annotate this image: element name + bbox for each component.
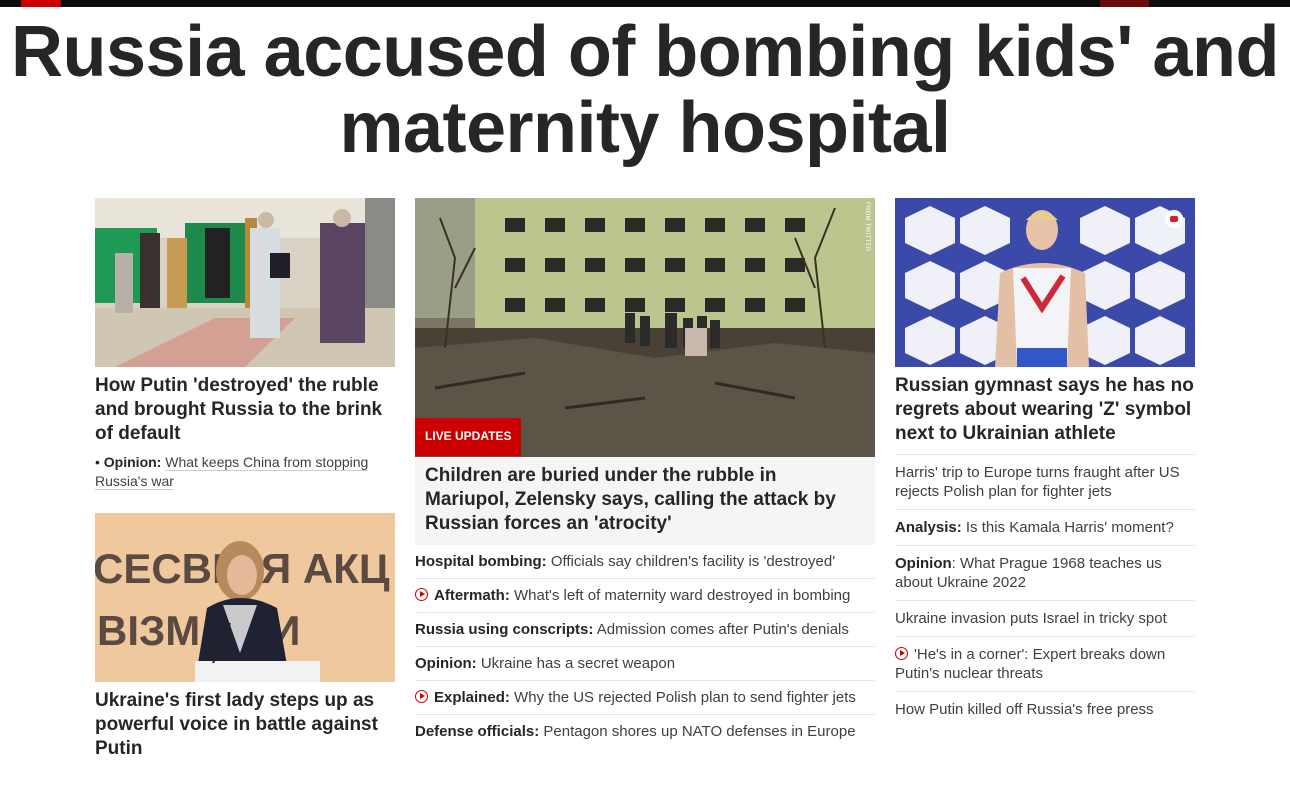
list-item[interactable]: Aftermath: What's left of maternity ward…: [415, 579, 875, 613]
list-item-text: What's left of maternity ward destroyed …: [514, 587, 851, 604]
list-item[interactable]: Ukraine invasion puts Israel in tricky s…: [895, 601, 1195, 637]
list-item[interactable]: Opinion: What Prague 1968 teaches us abo…: [895, 546, 1195, 601]
opinion-kicker: Opinion:: [103, 454, 162, 470]
list-item-kicker: Hospital bombing:: [415, 553, 547, 570]
mariupol-hero-image[interactable]: FROM TWITTER LIVE UPDATES: [415, 198, 875, 457]
video-play-icon: [415, 690, 428, 703]
live-updates-badge[interactable]: LIVE UPDATES: [415, 418, 522, 456]
list-item-text: Why the US rejected Polish plan to send …: [514, 689, 856, 706]
video-play-icon: [415, 588, 428, 601]
list-item-kicker: Defense officials:: [415, 723, 540, 740]
list-item[interactable]: How Putin killed off Russia's free press: [895, 692, 1195, 727]
ruble-story-title[interactable]: How Putin 'destroyed' the ruble and brou…: [95, 374, 395, 446]
ruble-story-image[interactable]: [95, 198, 395, 367]
list-item-kicker: Opinion: [895, 555, 952, 572]
mariupol-story-title[interactable]: Children are buried under the rubble in …: [415, 457, 875, 545]
list-item-text: How Putin killed off Russia's free press: [895, 701, 1154, 718]
top-bar-accent-left: [21, 0, 61, 7]
list-item[interactable]: Harris' trip to Europe turns fraught aft…: [895, 454, 1195, 510]
first-lady-story-title[interactable]: Ukraine's first lady steps up as powerfu…: [95, 689, 395, 761]
top-navigation-bar: [0, 0, 1290, 7]
list-item-text: Pentagon shores up NATO defenses in Euro…: [543, 723, 856, 740]
list-item[interactable]: 'He's in a corner': Expert breaks down P…: [895, 637, 1195, 692]
list-item[interactable]: Hospital bombing: Officials say children…: [415, 545, 875, 579]
list-item-text: Officials say children's facility is 'de…: [550, 553, 836, 570]
photo-credit: FROM TWITTER: [864, 202, 870, 252]
list-item-text: Admission comes after Putin's denials: [596, 621, 849, 638]
list-item-kicker: Analysis:: [895, 519, 962, 536]
list-item-kicker: Russia using conscripts:: [415, 621, 594, 638]
middle-column: FROM TWITTER LIVE UPDATES Children are b…: [415, 198, 875, 748]
list-item[interactable]: Defense officials: Pentagon shores up NA…: [415, 715, 875, 748]
list-item[interactable]: Opinion: Ukraine has a secret weapon: [415, 647, 875, 681]
list-item[interactable]: Explained: Why the US rejected Polish pl…: [415, 681, 875, 715]
right-column: Russian gymnast says he has no regrets a…: [895, 198, 1195, 727]
list-item[interactable]: Analysis: Is this Kamala Harris' moment?: [895, 510, 1195, 546]
gymnast-story-image[interactable]: [895, 198, 1195, 367]
gymnast-story-title[interactable]: Russian gymnast says he has no regrets a…: [895, 374, 1195, 446]
mariupol-related-list: Hospital bombing: Officials say children…: [415, 545, 875, 748]
list-item-text: 'He's in a corner': Expert breaks down P…: [895, 646, 1166, 682]
list-item-kicker: Explained:: [434, 689, 510, 706]
first-lady-story-image[interactable]: СЕСВІТ Я АКЦ ВІЗМ ОТИ: [95, 513, 395, 682]
list-item-kicker: Opinion:: [415, 655, 477, 672]
top-bar-accent-right: [1100, 0, 1149, 7]
opinion-bullet: •: [95, 454, 100, 470]
list-item-text: Harris' trip to Europe turns fraught aft…: [895, 464, 1180, 500]
left-column: How Putin 'destroyed' the ruble and brou…: [95, 198, 395, 761]
list-item[interactable]: Russia using conscripts: Admission comes…: [415, 613, 875, 647]
list-item-text: Ukraine invasion puts Israel in tricky s…: [895, 610, 1167, 627]
main-headline[interactable]: Russia accused of bombing kids' and mate…: [0, 14, 1290, 166]
list-item-kicker: Aftermath:: [434, 587, 510, 604]
list-item-text: Is this Kamala Harris' moment?: [965, 519, 1174, 536]
channel-logo-icon: [1165, 210, 1183, 228]
right-related-list: Harris' trip to Europe turns fraught aft…: [895, 454, 1195, 727]
list-item-text: Ukraine has a secret weapon: [480, 655, 676, 672]
video-play-icon: [895, 647, 908, 660]
ruble-opinion-line: • Opinion: What keeps China from stoppin…: [95, 453, 395, 491]
